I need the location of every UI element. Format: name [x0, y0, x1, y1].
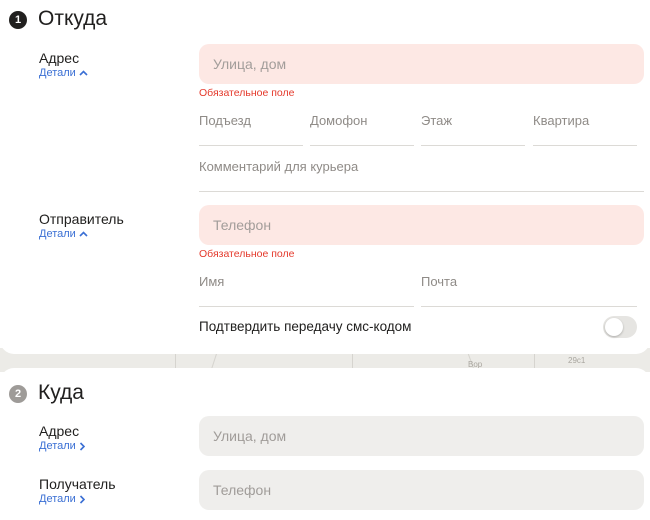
- recipient-phone-input[interactable]: Телефон: [199, 470, 644, 510]
- courier-comment-field[interactable]: Комментарий для курьера: [199, 158, 644, 192]
- apartment-field[interactable]: Квартира: [533, 112, 637, 146]
- recipient-details-link[interactable]: Детали: [39, 493, 85, 505]
- details-link-label: Детали: [39, 440, 76, 452]
- chevron-right-icon: [79, 441, 85, 451]
- recipient-address-details-link[interactable]: Детали: [39, 440, 85, 452]
- recipient-label: Получатель: [39, 476, 116, 492]
- chevron-right-icon: [79, 494, 85, 504]
- step-number-badge: 1: [9, 11, 27, 29]
- map-label: 29с1: [568, 356, 586, 365]
- recipient-address-input[interactable]: Улица, дом: [199, 416, 644, 456]
- sender-name-field[interactable]: Имя: [199, 273, 414, 307]
- details-link-label: Детали: [39, 493, 76, 505]
- to-section: 2 Куда Адрес Детали Улица, дом Получател…: [0, 368, 650, 520]
- from-section: 1 Откуда Адрес Детали Улица, дом Обязате…: [0, 0, 650, 354]
- sender-label: Отправитель: [39, 211, 124, 227]
- sms-confirm-label: Подтвердить передачу смс-кодом: [199, 319, 412, 334]
- details-link-label: Детали: [39, 228, 76, 240]
- chevron-up-icon: [79, 231, 88, 237]
- chevron-up-icon: [79, 70, 88, 76]
- address-label: Адрес: [39, 50, 80, 66]
- address-details-toggle[interactable]: Детали: [39, 67, 88, 79]
- intercom-field[interactable]: Домофон: [310, 112, 414, 146]
- sender-email-field[interactable]: Почта: [421, 273, 637, 307]
- step-number-badge: 2: [9, 385, 27, 403]
- floor-field[interactable]: Этаж: [421, 112, 525, 146]
- sender-details-toggle[interactable]: Детали: [39, 228, 88, 240]
- recipient-address-label: Адрес: [39, 423, 80, 439]
- sender-phone-error-message: Обязательное поле: [199, 248, 295, 260]
- address-input[interactable]: Улица, дом: [199, 44, 644, 84]
- address-error-message: Обязательное поле: [199, 87, 295, 99]
- sms-confirm-toggle[interactable]: [603, 316, 637, 338]
- section-title-to: Куда: [38, 381, 84, 404]
- details-link-label: Детали: [39, 67, 76, 79]
- toggle-knob: [605, 318, 623, 336]
- section-title-from: Откуда: [38, 7, 108, 30]
- sender-phone-input[interactable]: Телефон: [199, 205, 644, 245]
- entrance-field[interactable]: Подъезд: [199, 112, 303, 146]
